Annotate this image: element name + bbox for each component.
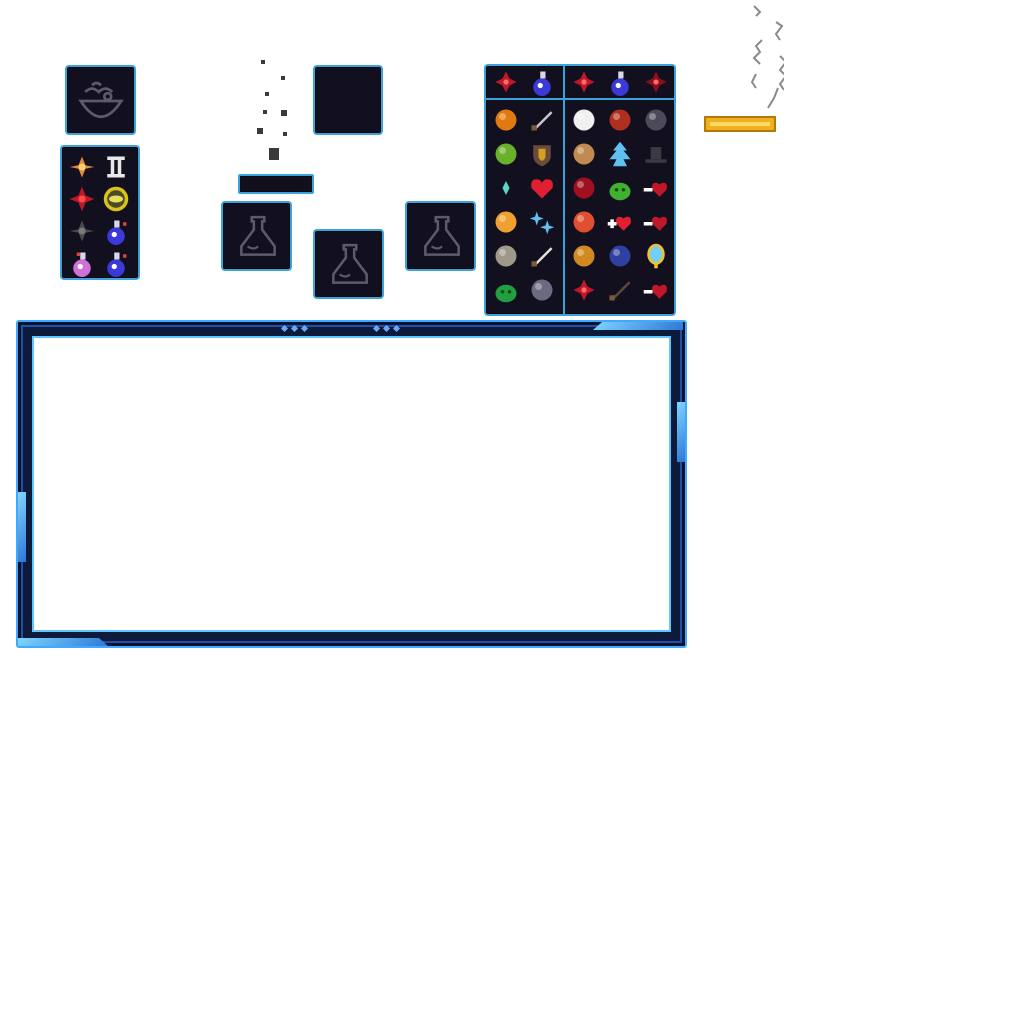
frame-ornament-dot — [280, 324, 289, 333]
potion-slot-3[interactable] — [405, 201, 476, 271]
potion-slot-1[interactable] — [221, 201, 292, 271]
moss-icon[interactable] — [492, 276, 520, 304]
wand-icon[interactable] — [606, 276, 634, 304]
health-plus-icon[interactable] — [606, 208, 634, 236]
cat-head-icon[interactable] — [492, 208, 520, 236]
mortar-bowl-icon — [74, 74, 128, 128]
frame-ornament-dot — [392, 324, 401, 333]
window-content — [32, 336, 671, 632]
window-frame — [16, 320, 687, 648]
pumpkin-icon[interactable] — [492, 106, 520, 134]
red-bird-icon[interactable] — [606, 106, 634, 134]
bread-icon[interactable] — [570, 140, 598, 168]
black-hat-icon[interactable] — [642, 140, 670, 168]
red-flower-icon[interactable] — [492, 68, 520, 96]
frame-ornament-dot — [382, 324, 391, 333]
health-minus-icon[interactable] — [642, 276, 670, 304]
flask-outline-icon — [325, 239, 375, 293]
blue-potion-icon[interactable] — [606, 68, 634, 96]
garlic-icon[interactable] — [570, 106, 598, 134]
green-slime-icon[interactable] — [606, 174, 634, 202]
frame-ornament-dot — [372, 324, 381, 333]
inventory-divider — [563, 66, 565, 314]
frame-ornament-dot — [290, 324, 299, 333]
frame-ornament-dot — [300, 324, 309, 333]
melon-icon[interactable] — [492, 140, 520, 168]
flask-outline-icon — [417, 211, 467, 265]
dark-flower-icon[interactable] — [68, 217, 96, 245]
gemini-rune-icon[interactable] — [102, 153, 130, 181]
mini-inventory — [60, 145, 140, 280]
health-minus-icon[interactable] — [642, 208, 670, 236]
crystal-shard-icon[interactable] — [492, 174, 520, 202]
dagger-icon[interactable] — [528, 106, 556, 134]
golden-mirror-icon[interactable] — [642, 242, 670, 270]
frame-accent-left — [18, 492, 26, 562]
frame-accent-top-right — [593, 322, 683, 330]
pink-potion-icon[interactable] — [68, 249, 96, 277]
orange-flower-icon[interactable] — [68, 153, 96, 181]
red-gem-icon[interactable] — [570, 174, 598, 202]
watermelon-icon[interactable] — [570, 208, 598, 236]
dark-mushroom-icon[interactable] — [642, 106, 670, 134]
dark-red-flower-icon[interactable] — [642, 68, 670, 96]
incense-stick-icon[interactable] — [704, 4, 788, 134]
blue-potion-icon[interactable] — [528, 68, 556, 96]
blue-potion-icon[interactable] — [102, 217, 130, 245]
health-minus-icon[interactable] — [642, 174, 670, 202]
red-flower-icon[interactable] — [570, 68, 598, 96]
yellow-eye-icon[interactable] — [102, 185, 130, 213]
horn-icon[interactable] — [570, 242, 598, 270]
shield-icon[interactable] — [528, 140, 556, 168]
empty-slot[interactable] — [313, 65, 383, 135]
red-flower-icon[interactable] — [68, 185, 96, 213]
sparkle-icon[interactable] — [528, 208, 556, 236]
potion-slot-2[interactable] — [313, 229, 384, 299]
blue-potion-icon[interactable] — [102, 249, 130, 277]
eye-gem-icon[interactable] — [606, 242, 634, 270]
frame-accent-bottom-left — [18, 638, 108, 646]
progress-bar — [238, 174, 314, 194]
frame-accent-right — [677, 402, 685, 462]
rock-icon[interactable] — [492, 242, 520, 270]
heart-icon[interactable] — [528, 174, 556, 202]
ice-crystal-icon[interactable] — [606, 140, 634, 168]
crafting-slot[interactable] — [65, 65, 136, 135]
inventory-header-divider — [486, 98, 674, 100]
ore-icon[interactable] — [528, 276, 556, 304]
red-flower-icon[interactable] — [570, 276, 598, 304]
dust-particles-icon — [253, 58, 293, 168]
flask-outline-icon — [233, 211, 283, 265]
bone-icon[interactable] — [528, 242, 556, 270]
